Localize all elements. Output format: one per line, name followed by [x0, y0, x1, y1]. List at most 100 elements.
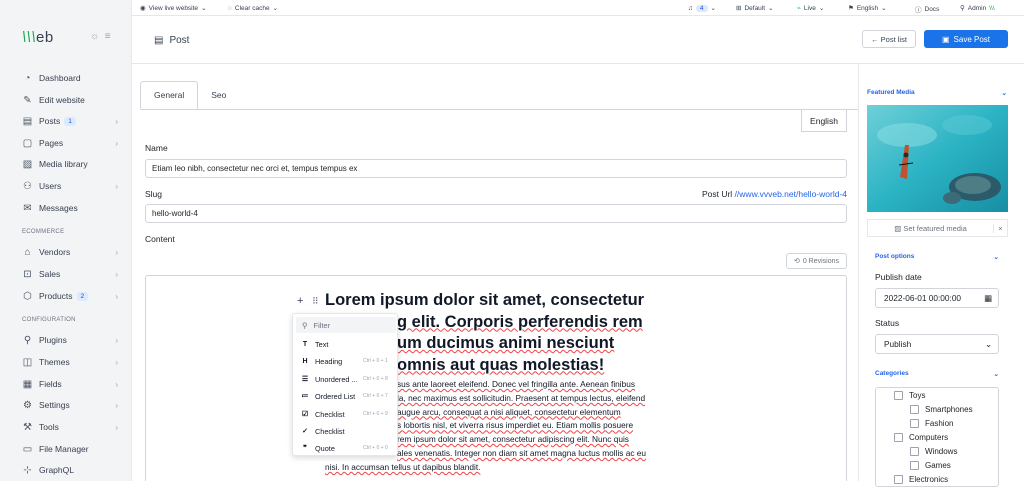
docs-link[interactable]: ⓘ Docs	[915, 4, 939, 15]
menu-toggle-icon[interactable]: ≡	[105, 31, 111, 42]
state-selector[interactable]: ⌁ Live ⌄	[797, 4, 824, 13]
set-featured-media-bar: ▨ Set featured media ×	[867, 219, 1008, 237]
post-url-link[interactable]: //www.vvveb.net/hello-world-4	[735, 189, 847, 199]
para-line-text: augue arcu, consequat a nisi aliquet, co…	[397, 406, 621, 417]
language-selector[interactable]: ⚑ English ⌄	[848, 4, 887, 13]
tab-general[interactable]: General	[140, 81, 199, 109]
category-item[interactable]: Smartphones	[910, 405, 973, 414]
revisions-button[interactable]: ⟲ 0 Revisions	[786, 253, 847, 269]
filter-placeholder: Filter	[313, 320, 331, 330]
broadcast-icon: ⌁	[797, 5, 801, 12]
category-item[interactable]: Windows	[910, 447, 957, 456]
eye-icon: ◉	[140, 5, 146, 12]
sidebar-item-pages[interactable]: ▢ Pages ›	[0, 133, 132, 153]
block-menu-item-unordered-list[interactable]: ☰ Unordered ... Ctrl + 0 + 8	[293, 371, 399, 387]
language-tab-english[interactable]: English	[801, 110, 847, 132]
logo[interactable]: \\\eb	[22, 29, 54, 46]
name-label: Name	[145, 143, 168, 153]
sidebar-item-label: File Manager	[39, 444, 89, 454]
theme-toggle-icon[interactable]: ☼	[90, 31, 99, 42]
block-menu-label: Text	[315, 339, 329, 349]
sidebar-item-graphql[interactable]: ⊹ GraphQL	[0, 460, 132, 480]
view-live-label: View live website	[148, 4, 199, 12]
sidebar-item-users[interactable]: ⚇ Users ›	[0, 176, 132, 196]
category-item[interactable]: Games	[910, 461, 951, 470]
shortcut-hint: Ctrl + 0 + 1	[363, 358, 388, 364]
block-menu-item-quote[interactable]: ❞ Quote Ctrl + 0 + 0	[293, 440, 399, 456]
tab-seo[interactable]: Seo	[198, 81, 239, 109]
featured-image[interactable]	[867, 105, 1008, 212]
sidebar-item-vendors[interactable]: ⌂ Vendors ›	[0, 242, 132, 262]
history-icon: ⟲	[793, 258, 800, 265]
sidebar-item-file-manager[interactable]: ▭ File Manager	[0, 439, 132, 459]
sidebar-item-edit-website[interactable]: ✎ Edit website	[0, 90, 132, 110]
drag-handle-icon[interactable]: ⠿	[312, 296, 319, 307]
block-menu-item-checklist-2[interactable]: ✓ Checklist	[293, 423, 399, 439]
graph-icon: ⊹	[23, 464, 32, 476]
status-select[interactable]: Publish ⌄	[875, 334, 999, 354]
tab-divider	[140, 109, 858, 110]
checkbox[interactable]	[894, 475, 903, 484]
paint-brush-icon: ✎	[23, 94, 32, 106]
category-item[interactable]: Computers	[894, 433, 948, 442]
category-item[interactable]: Toys	[894, 391, 925, 400]
block-menu-item-ordered-list[interactable]: ≔ Ordered List Ctrl + 0 + 7	[293, 388, 399, 404]
publish-date-field[interactable]: 2022-06-01 00:00:00 ▦	[875, 288, 999, 308]
sidebar-item-settings[interactable]: ⚙ Settings ›	[0, 395, 132, 415]
clear-cache-dropdown[interactable]: ◌ Clear cache ⌄	[228, 4, 278, 13]
sidebar-item-plugins[interactable]: ⚲ Plugins ›	[0, 330, 132, 350]
category-label: Windows	[925, 447, 958, 456]
sidebar-item-tools[interactable]: ⚒ Tools ›	[0, 417, 132, 437]
category-label: Fashion	[925, 419, 954, 428]
para-line: nisi. In accumsan tellus ut dapibus blan…	[325, 461, 671, 475]
sidebar-item-themes[interactable]: ◫ Themes ›	[0, 352, 132, 372]
shortcut-hint: Ctrl + 0 + 9	[363, 411, 388, 417]
remove-featured-icon[interactable]: ×	[993, 223, 1007, 233]
sidebar-item-sales[interactable]: ⊡ Sales ›	[0, 264, 132, 284]
heading-line-text: um ducimus animi nesciunt	[397, 334, 615, 352]
chevron-right-icon: ›	[115, 247, 118, 257]
sidebar-item-dashboard[interactable]: ◔ Dashboard	[0, 68, 132, 88]
featured-image-graphic	[867, 105, 1008, 212]
add-block-icon[interactable]: +	[297, 295, 303, 307]
slug-label: Slug	[145, 189, 163, 199]
post-list-label: Post list	[880, 34, 907, 44]
checkbox[interactable]	[910, 447, 919, 456]
save-icon: ▣	[941, 34, 950, 44]
featured-media-header[interactable]: Featured Media ⌄	[867, 89, 1007, 97]
block-menu-item-text[interactable]: T Text	[293, 336, 399, 352]
sidebar-item-fields[interactable]: ▦ Fields ›	[0, 374, 132, 394]
notifications-button[interactable]: ♫ 4 ⌄	[688, 4, 716, 12]
sidebar-item-label: Media library	[39, 159, 88, 169]
sidebar-item-posts[interactable]: ▤ Posts 1 ›	[0, 111, 132, 131]
category-item[interactable]: Electronics	[894, 475, 948, 484]
name-field[interactable]: Etiam leo nibh, consectetur nec orci et,…	[145, 159, 847, 178]
sidebar-item-products[interactable]: ⬡ Products 2 ›	[0, 286, 132, 306]
checkbox[interactable]	[910, 461, 919, 470]
block-menu-item-checklist[interactable]: ☑ Checklist Ctrl + 0 + 9	[293, 406, 399, 422]
checkbox[interactable]	[910, 419, 919, 428]
save-post-button[interactable]: ▣ Save Post	[924, 30, 1008, 48]
slug-field[interactable]: hello-world-4	[145, 204, 847, 223]
view-live-website-dropdown[interactable]: ◉ View live website ⌄	[140, 4, 207, 13]
products-count-badge: 2	[76, 291, 89, 301]
category-item[interactable]: Fashion	[910, 419, 953, 428]
category-label: Games	[925, 461, 951, 470]
checkbox[interactable]	[894, 433, 903, 442]
categories-header[interactable]: Categories ⌄	[875, 370, 999, 378]
post-list-button[interactable]: ← Post list	[862, 30, 916, 48]
user-menu[interactable]: ⚲ Admin \\\	[960, 4, 995, 13]
site-label: Default	[744, 4, 766, 12]
post-options-header[interactable]: Post options ⌄	[875, 253, 999, 261]
checkbox[interactable]	[910, 405, 919, 414]
site-selector[interactable]: ⊞ Default ⌄	[736, 4, 774, 13]
sidebar-item-label: Plugins	[39, 335, 67, 345]
checkbox[interactable]	[894, 391, 903, 400]
block-menu-label: Ordered List	[315, 391, 356, 401]
set-featured-media-button[interactable]: ▨ Set featured media	[868, 224, 993, 233]
sidebar-item-messages[interactable]: ✉ Messages	[0, 198, 132, 218]
sidebar-item-media-library[interactable]: ▨ Media library	[0, 154, 132, 174]
content-editor[interactable]: + ⠿ Lorem ipsum dolor sit amet, consecte…	[145, 275, 847, 481]
block-menu-item-heading[interactable]: H Heading Ctrl + 0 + 1	[293, 353, 399, 369]
block-filter-input[interactable]: ⚲ Filter	[296, 317, 396, 333]
